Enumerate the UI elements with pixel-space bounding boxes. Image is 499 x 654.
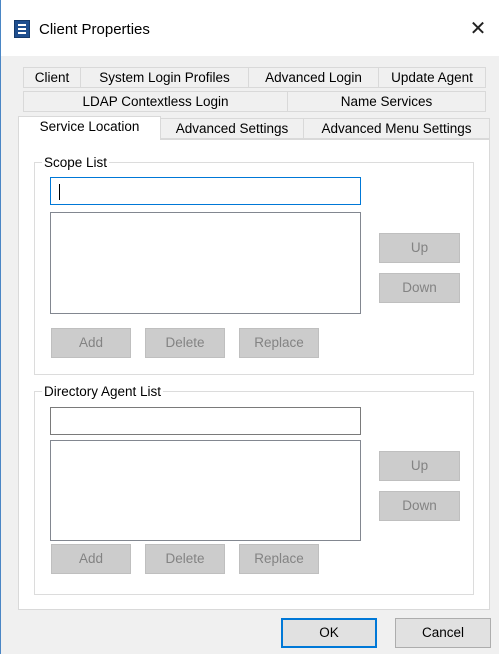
window-title: Client Properties (39, 21, 150, 38)
tab-system-login-profiles[interactable]: System Login Profiles (80, 67, 249, 88)
directory-agent-add-button[interactable]: Add (51, 544, 131, 574)
tab-service-location[interactable]: Service Location (18, 116, 161, 140)
scope-input[interactable] (50, 177, 361, 205)
tab-name-services[interactable]: Name Services (287, 91, 486, 112)
tab-advanced-menu-settings[interactable]: Advanced Menu Settings (303, 118, 490, 139)
scope-down-button[interactable]: Down (379, 273, 460, 303)
app-icon (14, 20, 30, 38)
text-caret (59, 184, 60, 200)
tab-client[interactable]: Client (23, 67, 81, 88)
tab-advanced-login[interactable]: Advanced Login (248, 67, 379, 88)
directory-agent-up-button[interactable]: Up (379, 451, 460, 481)
scope-delete-button[interactable]: Delete (145, 328, 225, 358)
directory-agent-down-button[interactable]: Down (379, 491, 460, 521)
scope-add-button[interactable]: Add (51, 328, 131, 358)
directory-agent-replace-button[interactable]: Replace (239, 544, 319, 574)
scope-list-legend: Scope List (44, 155, 108, 170)
cancel-button[interactable]: Cancel (395, 618, 491, 648)
tab-update-agent[interactable]: Update Agent (378, 67, 486, 88)
directory-agent-input[interactable] (50, 407, 361, 435)
ok-button[interactable]: OK (281, 618, 377, 648)
client-properties-window: Client Properties ✕ Client System Login … (0, 0, 499, 654)
title-bar: Client Properties ✕ (1, 0, 499, 56)
close-icon[interactable]: ✕ (463, 14, 493, 44)
directory-agent-listbox[interactable] (50, 440, 361, 541)
tab-advanced-settings[interactable]: Advanced Settings (160, 118, 304, 139)
tab-ldap-contextless-login[interactable]: LDAP Contextless Login (23, 91, 288, 112)
scope-listbox[interactable] (50, 212, 361, 314)
scope-replace-button[interactable]: Replace (239, 328, 319, 358)
directory-agent-list-legend: Directory Agent List (44, 384, 162, 399)
service-location-panel: Scope List Up Down Add Delete Replace Di… (18, 139, 490, 610)
scope-up-button[interactable]: Up (379, 233, 460, 263)
directory-agent-delete-button[interactable]: Delete (145, 544, 225, 574)
